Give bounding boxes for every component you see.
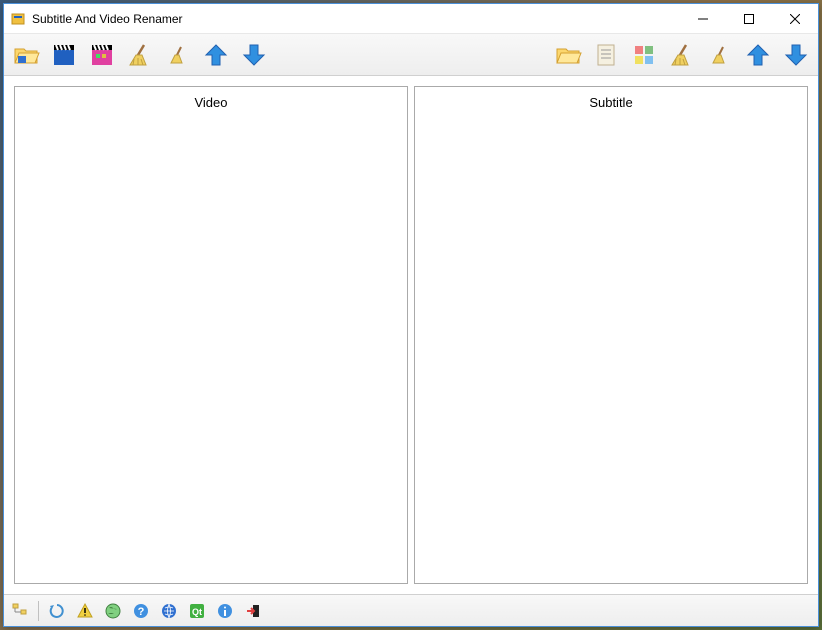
arrow-up-icon	[744, 41, 772, 69]
video-panel-header: Video	[15, 87, 407, 118]
app-icon	[10, 11, 26, 27]
clean-subtitle-small-button[interactable]	[702, 37, 738, 73]
open-subtitle-folder-button[interactable]	[550, 37, 586, 73]
clear-video-button[interactable]	[122, 37, 158, 73]
subtitle-move-up-button[interactable]	[740, 37, 776, 73]
exit-button[interactable]	[241, 599, 265, 623]
titlebar: Subtitle And Video Renamer	[4, 4, 818, 34]
svg-text:?: ?	[138, 606, 145, 618]
info-button[interactable]	[213, 599, 237, 623]
help-button[interactable]: ?	[129, 599, 153, 623]
statusbar-separator	[38, 601, 39, 621]
close-button[interactable]	[772, 4, 818, 33]
statusbar: ? Qt	[4, 594, 818, 626]
subtitle-list[interactable]	[415, 118, 807, 583]
subtitle-toolbar-section	[550, 37, 814, 73]
video-color-button[interactable]	[84, 37, 120, 73]
window-controls	[680, 4, 818, 33]
subtitle-panel-header: Subtitle	[415, 87, 807, 118]
app-window: Subtitle And Video Renamer	[3, 3, 819, 627]
video-move-down-button[interactable]	[236, 37, 272, 73]
open-video-folder-button[interactable]	[8, 37, 44, 73]
broom-small-icon	[706, 41, 734, 69]
video-list[interactable]	[15, 118, 407, 583]
svg-text:Qt: Qt	[192, 607, 202, 617]
video-clapper-button[interactable]	[46, 37, 82, 73]
qt-about-button[interactable]: Qt	[185, 599, 209, 623]
exit-icon	[244, 602, 262, 620]
globe-icon	[104, 602, 122, 620]
broom-icon	[126, 41, 154, 69]
warning-button[interactable]	[73, 599, 97, 623]
warning-icon	[76, 602, 94, 620]
globe-button[interactable]	[101, 599, 125, 623]
qt-icon: Qt	[188, 602, 206, 620]
main-content: Video Subtitle	[4, 76, 818, 594]
video-clapper-icon	[50, 41, 78, 69]
folder-open-icon	[12, 41, 40, 69]
folder-open-icon	[554, 41, 582, 69]
maximize-button[interactable]	[726, 4, 772, 33]
color-grid-icon	[630, 41, 658, 69]
video-panel: Video	[14, 86, 408, 584]
tree-view-button[interactable]	[8, 599, 32, 623]
clear-subtitle-button[interactable]	[664, 37, 700, 73]
subtitle-panel: Subtitle	[414, 86, 808, 584]
tree-icon	[11, 602, 29, 620]
broom-small-icon	[164, 41, 192, 69]
document-icon	[592, 41, 620, 69]
clean-video-small-button[interactable]	[160, 37, 196, 73]
video-toolbar-section	[8, 37, 272, 73]
main-toolbar	[4, 34, 818, 76]
globe-blue-icon	[160, 602, 178, 620]
arrow-up-icon	[202, 41, 230, 69]
info-icon	[216, 602, 234, 620]
broom-icon	[668, 41, 696, 69]
video-color-icon	[88, 41, 116, 69]
subtitle-color-grid-button[interactable]	[626, 37, 662, 73]
window-title: Subtitle And Video Renamer	[32, 12, 680, 26]
subtitle-document-button[interactable]	[588, 37, 624, 73]
arrow-down-icon	[782, 41, 810, 69]
refresh-icon	[48, 602, 66, 620]
globe-blue-button[interactable]	[157, 599, 181, 623]
video-move-up-button[interactable]	[198, 37, 234, 73]
arrow-down-icon	[240, 41, 268, 69]
help-icon: ?	[132, 602, 150, 620]
minimize-button[interactable]	[680, 4, 726, 33]
subtitle-move-down-button[interactable]	[778, 37, 814, 73]
refresh-button[interactable]	[45, 599, 69, 623]
